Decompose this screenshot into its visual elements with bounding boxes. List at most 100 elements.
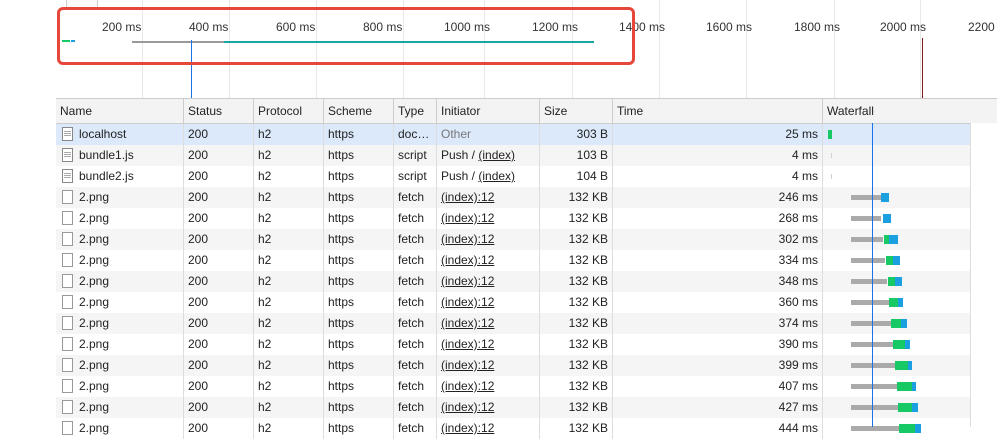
cell-status: 200 bbox=[183, 376, 253, 397]
initiator-link[interactable]: (index):12 bbox=[441, 421, 494, 435]
cell-name[interactable]: 2.png bbox=[56, 355, 183, 376]
cell-name[interactable]: 2.png bbox=[56, 313, 183, 334]
cell-name[interactable]: localhost bbox=[56, 124, 183, 145]
cell-size: 132 KB bbox=[539, 418, 612, 439]
table-row[interactable]: 2.png 200 h2 https fetch (index):12 132 KB 246 … bbox=[56, 187, 997, 208]
cell-name[interactable]: 2.png bbox=[56, 208, 183, 229]
initiator-link[interactable]: (index):12 bbox=[441, 211, 494, 225]
col-header-size[interactable]: Size bbox=[539, 99, 612, 123]
timeline-overview[interactable]: 200 ms 400 ms 600 ms 800 ms 1000 ms 1200 ms 14… bbox=[0, 0, 997, 98]
col-header-time[interactable]: Time bbox=[612, 99, 822, 123]
table-row[interactable]: 2.png 200 h2 https fetch (index):12 132 KB 360 … bbox=[56, 292, 997, 313]
file-icon bbox=[62, 190, 73, 204]
col-header-initiator[interactable]: Initiator bbox=[436, 99, 539, 123]
cell-protocol: h2 bbox=[253, 166, 323, 187]
initiator-link[interactable]: (index):12 bbox=[441, 379, 494, 393]
initiator-link[interactable]: (index):12 bbox=[441, 232, 494, 246]
waterfall-segment bbox=[851, 279, 887, 284]
cell-size: 103 B bbox=[539, 145, 612, 166]
cell-scheme: https bbox=[323, 166, 393, 187]
initiator-link[interactable]: (index):12 bbox=[441, 400, 494, 414]
cell-type: fetch bbox=[393, 313, 436, 334]
cell-name[interactable]: 2.png bbox=[56, 187, 183, 208]
col-header-name[interactable]: Name bbox=[56, 99, 183, 123]
initiator-link[interactable]: (index):12 bbox=[441, 190, 494, 204]
table-row[interactable]: 2.png 200 h2 https fetch (index):12 132 KB 407 … bbox=[56, 376, 997, 397]
cell-name[interactable]: 2.png bbox=[56, 418, 183, 439]
file-icon bbox=[62, 232, 73, 246]
col-header-protocol[interactable]: Protocol bbox=[253, 99, 323, 123]
cell-name[interactable]: bundle2.js bbox=[56, 166, 183, 187]
table-row[interactable]: 2.png 200 h2 https fetch (index):12 132 KB 427 … bbox=[56, 397, 997, 418]
initiator-link[interactable]: (index):12 bbox=[441, 253, 494, 267]
initiator-link[interactable]: (index) bbox=[478, 148, 515, 162]
table-row[interactable]: 2.png 200 h2 https fetch (index):12 132 KB 444 … bbox=[56, 418, 997, 439]
cell-initiator: (index):12 bbox=[436, 292, 539, 313]
cell-initiator: (index):12 bbox=[436, 376, 539, 397]
file-icon bbox=[62, 400, 73, 414]
cell-name[interactable]: 2.png bbox=[56, 292, 183, 313]
table-row[interactable]: bundle1.js 200 h2 https script Push / (index)… bbox=[56, 145, 997, 166]
table-header: Name Status Protocol Scheme Type Initiat… bbox=[56, 99, 997, 124]
file-icon bbox=[62, 337, 73, 351]
cell-protocol: h2 bbox=[253, 250, 323, 271]
col-header-scheme[interactable]: Scheme bbox=[323, 99, 393, 123]
cell-protocol: h2 bbox=[253, 271, 323, 292]
network-requests-table: Name Status Protocol Scheme Type Initiat… bbox=[56, 98, 997, 439]
cell-name[interactable]: 2.png bbox=[56, 271, 183, 292]
cell-status: 200 bbox=[183, 313, 253, 334]
cell-name[interactable]: 2.png bbox=[56, 397, 183, 418]
initiator-prefix: Push / bbox=[441, 148, 479, 162]
left-gutter bbox=[0, 98, 56, 427]
table-row[interactable]: bundle2.js 200 h2 https script Push / (index)… bbox=[56, 166, 997, 187]
cell-initiator: (index):12 bbox=[436, 250, 539, 271]
cell-type: fetch bbox=[393, 376, 436, 397]
cell-name[interactable]: 2.png bbox=[56, 334, 183, 355]
cell-time: 374 ms bbox=[612, 313, 822, 334]
table-row[interactable]: 2.png 200 h2 https fetch (index):12 132 KB 348 … bbox=[56, 271, 997, 292]
table-row[interactable]: 2.png 200 h2 https fetch (index):12 132 KB 268 … bbox=[56, 208, 997, 229]
table-row[interactable]: 2.png 200 h2 https fetch (index):12 132 KB 334 … bbox=[56, 250, 997, 271]
request-name: 2.png bbox=[79, 421, 110, 435]
col-header-waterfall[interactable]: Waterfall bbox=[822, 99, 997, 123]
waterfall-segment bbox=[851, 321, 891, 326]
cell-status: 200 bbox=[183, 292, 253, 313]
initiator-prefix: Push / bbox=[441, 169, 479, 183]
initiator-link[interactable]: (index):12 bbox=[441, 316, 494, 330]
cell-protocol: h2 bbox=[253, 229, 323, 250]
cell-scheme: https bbox=[323, 271, 393, 292]
table-row[interactable]: localhost 200 h2 https doc… Other 303 B 25 ms bbox=[56, 124, 997, 145]
initiator-link[interactable]: (index):12 bbox=[441, 358, 494, 372]
right-panel-edge bbox=[970, 123, 997, 427]
waterfall-segment bbox=[915, 424, 921, 433]
table-row[interactable]: 2.png 200 h2 https fetch (index):12 132 KB 374 … bbox=[56, 313, 997, 334]
cell-name[interactable]: bundle1.js bbox=[56, 145, 183, 166]
initiator-link[interactable]: (index):12 bbox=[441, 295, 494, 309]
table-row[interactable]: 2.png 200 h2 https fetch (index):12 132 KB 399 … bbox=[56, 355, 997, 376]
cell-scheme: https bbox=[323, 208, 393, 229]
cell-initiator: (index):12 bbox=[436, 313, 539, 334]
col-header-status[interactable]: Status bbox=[183, 99, 253, 123]
cell-size: 303 B bbox=[539, 124, 612, 145]
cell-name[interactable]: 2.png bbox=[56, 250, 183, 271]
waterfall-segment bbox=[898, 298, 903, 307]
col-header-type[interactable]: Type bbox=[393, 99, 436, 123]
cell-time: 407 ms bbox=[612, 376, 822, 397]
waterfall-segment bbox=[895, 361, 908, 370]
cell-initiator: (index):12 bbox=[436, 187, 539, 208]
table-row[interactable]: 2.png 200 h2 https fetch (index):12 132 KB 302 … bbox=[56, 229, 997, 250]
request-name: 2.png bbox=[79, 211, 110, 225]
cell-protocol: h2 bbox=[253, 334, 323, 355]
cell-time: 334 ms bbox=[612, 250, 822, 271]
cell-status: 200 bbox=[183, 271, 253, 292]
initiator-link[interactable]: (index) bbox=[478, 169, 515, 183]
waterfall-marker-line bbox=[872, 123, 873, 427]
initiator-link[interactable]: (index):12 bbox=[441, 337, 494, 351]
table-row[interactable]: 2.png 200 h2 https fetch (index):12 132 KB 390 … bbox=[56, 334, 997, 355]
cell-name[interactable]: 2.png bbox=[56, 229, 183, 250]
cell-size: 132 KB bbox=[539, 250, 612, 271]
initiator-link[interactable]: (index):12 bbox=[441, 274, 494, 288]
cell-protocol: h2 bbox=[253, 145, 323, 166]
highlight-annotation-box bbox=[57, 7, 635, 65]
cell-name[interactable]: 2.png bbox=[56, 376, 183, 397]
